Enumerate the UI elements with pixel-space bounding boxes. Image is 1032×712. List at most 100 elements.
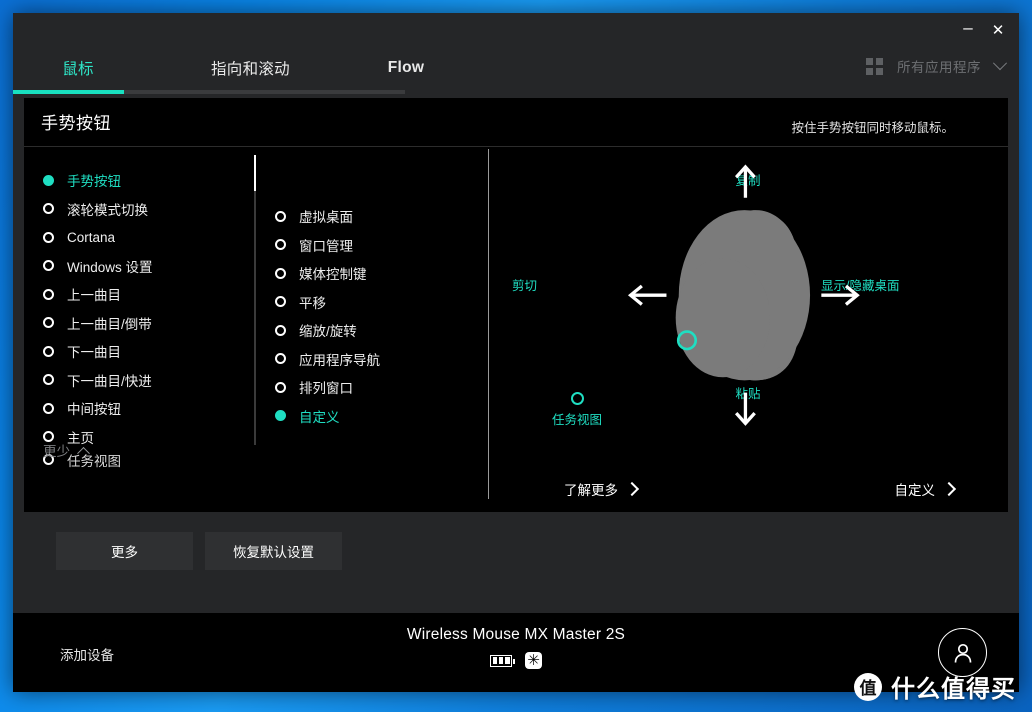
watermark-text: 什么值得买 [891, 676, 1016, 703]
radio-icon [43, 288, 54, 300]
gesture-button-ring-icon [570, 392, 584, 405]
action-button-row: 更多 恢复默认设置 [56, 532, 1019, 570]
show-less-toggle[interactable]: 更少 [43, 440, 90, 460]
show-less-label: 更少 [43, 444, 70, 459]
title-bar: – ✕ [13, 13, 1019, 46]
grid-icon [866, 57, 883, 75]
radio-icon [43, 345, 54, 357]
gesture-hint-text: 按住手势按钮同时移动鼠标。 [791, 121, 954, 135]
option-previous-track[interactable]: 上一曲目 [24, 280, 256, 309]
option-app-navigation[interactable]: 应用程序导航 [256, 345, 488, 374]
option-media-controls[interactable]: 媒体控制键 [256, 259, 488, 288]
unifying-receiver-icon[interactable]: ✳ [525, 652, 542, 669]
option-label: 手势按钮 [67, 174, 121, 190]
device-info: Wireless Mouse MX Master 2S ✳ [13, 626, 1019, 669]
battery-icon[interactable] [490, 654, 515, 667]
option-previous-track-rewind[interactable]: 上一曲目/倒带 [24, 309, 256, 338]
option-label: 应用程序导航 [299, 352, 380, 368]
chevron-right-icon [624, 481, 640, 497]
logitech-options-window: – ✕ 鼠标 指向和滚动 Flow 所有应用程序 手势按钮 按住手势按钮同时移动… [13, 13, 1019, 692]
card-footer: 了解更多 自定义 [24, 468, 1008, 512]
option-label: 上一曲目/倒带 [67, 316, 152, 332]
tab-point-and-scroll[interactable]: 指向和滚动 [173, 46, 328, 90]
learn-more-link[interactable]: 了解更多 [564, 479, 640, 499]
radio-icon [43, 402, 54, 414]
option-label: 排列窗口 [299, 381, 353, 397]
option-label: 下一曲目 [67, 345, 121, 361]
radio-icon [43, 260, 54, 272]
device-name: Wireless Mouse MX Master 2S [406, 626, 626, 643]
option-zoom-rotate[interactable]: 缩放/旋转 [256, 316, 488, 345]
option-window-management[interactable]: 窗口管理 [256, 231, 488, 260]
page-title: 手势按钮 [41, 114, 111, 133]
radio-icon [43, 231, 54, 243]
app-selector[interactable]: 所有应用程序 [866, 56, 1008, 76]
gesture-preview-panel: 复制 粘贴 剪切 显示/隐藏桌面 任务视图 [488, 147, 1008, 468]
radio-icon [275, 239, 286, 251]
tab-flow[interactable]: Flow [356, 46, 456, 90]
scrollbar-thumb[interactable] [254, 155, 256, 191]
watermark-badge: 值 [854, 672, 882, 701]
radio-icon [275, 353, 286, 365]
option-windows-settings[interactable]: Windows 设置 [24, 252, 256, 281]
device-status-icons: ✳ [13, 652, 1019, 669]
tab-mouse[interactable]: 鼠标 [13, 46, 143, 90]
radio-icon [43, 203, 54, 215]
radio-icon [43, 317, 54, 329]
option-custom[interactable]: 自定义 [256, 402, 488, 431]
option-label: 虚拟桌面 [299, 210, 353, 226]
option-label: 缩放/旋转 [299, 324, 357, 340]
radio-icon [275, 210, 286, 222]
option-label: 媒体控制键 [299, 267, 367, 283]
option-next-track-fast-forward[interactable]: 下一曲目/快进 [24, 366, 256, 395]
card-header: 手势按钮 按住手势按钮同时移动鼠标。 [24, 98, 1008, 147]
window-controls: – ✕ [953, 15, 1013, 46]
radio-icon [275, 296, 286, 308]
avatar-glyph [954, 643, 971, 663]
task-view-label: 任务视图 [552, 413, 603, 427]
tab-active-indicator [13, 90, 124, 94]
radio-icon [275, 410, 286, 422]
option-label: 滚轮模式切换 [67, 202, 148, 218]
more-button[interactable]: 更多 [56, 532, 193, 570]
radio-icon [43, 174, 54, 186]
customize-label: 自定义 [894, 483, 936, 498]
button-action-list: 手势按钮 滚轮模式切换 Cortana Windows 设置 上一曲目 上一曲目… [24, 147, 256, 468]
radio-icon [275, 324, 286, 336]
app-selector-label: 所有应用程序 [897, 60, 981, 75]
option-label: 中间按钮 [67, 402, 121, 418]
gesture-action-list: 虚拟桌面 窗口管理 媒体控制键 平移 缩放/旋转 应用程序导航 排列窗口 自定义 [256, 147, 488, 468]
option-virtual-desktop[interactable]: 虚拟桌面 [256, 202, 488, 231]
learn-more-label: 了解更多 [564, 483, 618, 498]
option-label: 上一曲目 [67, 288, 121, 304]
option-label: Cortana [67, 229, 116, 245]
option-gesture-button[interactable]: 手势按钮 [24, 166, 256, 195]
minimize-button[interactable]: – [953, 15, 983, 46]
radio-icon [43, 374, 54, 386]
option-pan[interactable]: 平移 [256, 288, 488, 317]
chevron-up-icon [77, 446, 90, 460]
option-middle-button[interactable]: 中间按钮 [24, 394, 256, 423]
option-arrange-windows[interactable]: 排列窗口 [256, 373, 488, 402]
restore-defaults-button[interactable]: 恢复默认设置 [205, 532, 342, 570]
chevron-down-icon [992, 56, 1008, 71]
list-scrollbar[interactable] [254, 155, 256, 445]
option-wheel-mode-shift[interactable]: 滚轮模式切换 [24, 195, 256, 224]
close-button[interactable]: ✕ [983, 19, 1013, 43]
settings-card: 手势按钮 按住手势按钮同时移动鼠标。 手势按钮 滚轮模式切换 Cortana W… [24, 98, 1008, 512]
radio-icon [275, 267, 286, 279]
tab-bar: 鼠标 指向和滚动 Flow 所有应用程序 [13, 46, 1019, 98]
option-label: 窗口管理 [299, 238, 353, 254]
radio-icon [275, 381, 286, 393]
option-label: 自定义 [299, 409, 340, 425]
watermark: 值 什么值得买 [854, 669, 1016, 704]
card-body: 手势按钮 滚轮模式切换 Cortana Windows 设置 上一曲目 上一曲目… [24, 147, 1008, 499]
task-view-callout: 任务视图 [552, 392, 602, 428]
mouse-diagram: 复制 粘贴 剪切 显示/隐藏桌面 任务视图 [488, 147, 1008, 468]
option-label: 平移 [299, 295, 326, 311]
option-cortana[interactable]: Cortana [24, 223, 256, 252]
chevron-right-icon [941, 481, 957, 497]
customize-link[interactable]: 自定义 [894, 479, 957, 499]
tab-underline-track [13, 90, 405, 94]
option-next-track[interactable]: 下一曲目 [24, 337, 256, 366]
